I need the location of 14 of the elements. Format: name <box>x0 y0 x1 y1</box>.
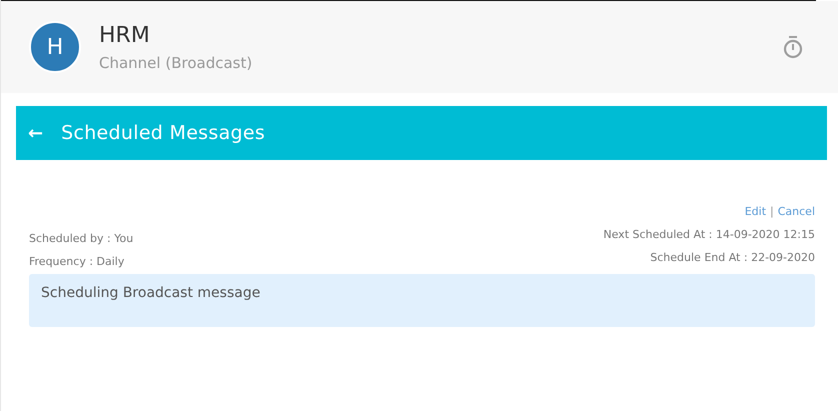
channel-subtitle: Channel (Broadcast) <box>99 54 254 72</box>
schedule-info: Next Scheduled At : 14-09-2020 12:15 <box>603 227 815 243</box>
action-link[interactable]: Cancel <box>778 205 815 218</box>
back-button[interactable]: ← <box>28 122 44 144</box>
separator: | <box>770 205 774 218</box>
page-title: Scheduled Messages <box>61 122 266 144</box>
schedule-info: Scheduled by : You <box>29 231 134 247</box>
action-link[interactable]: Edit <box>744 205 766 218</box>
message-box: Scheduling Broadcast message <box>29 274 815 327</box>
stopwatch-icon[interactable] <box>782 35 804 59</box>
avatar: H <box>29 21 81 73</box>
schedule-info: Schedule End At : 22-09-2020 <box>649 250 815 266</box>
channel-title: HRM <box>99 22 151 48</box>
schedule-info: Frequency : Daily <box>29 254 126 270</box>
